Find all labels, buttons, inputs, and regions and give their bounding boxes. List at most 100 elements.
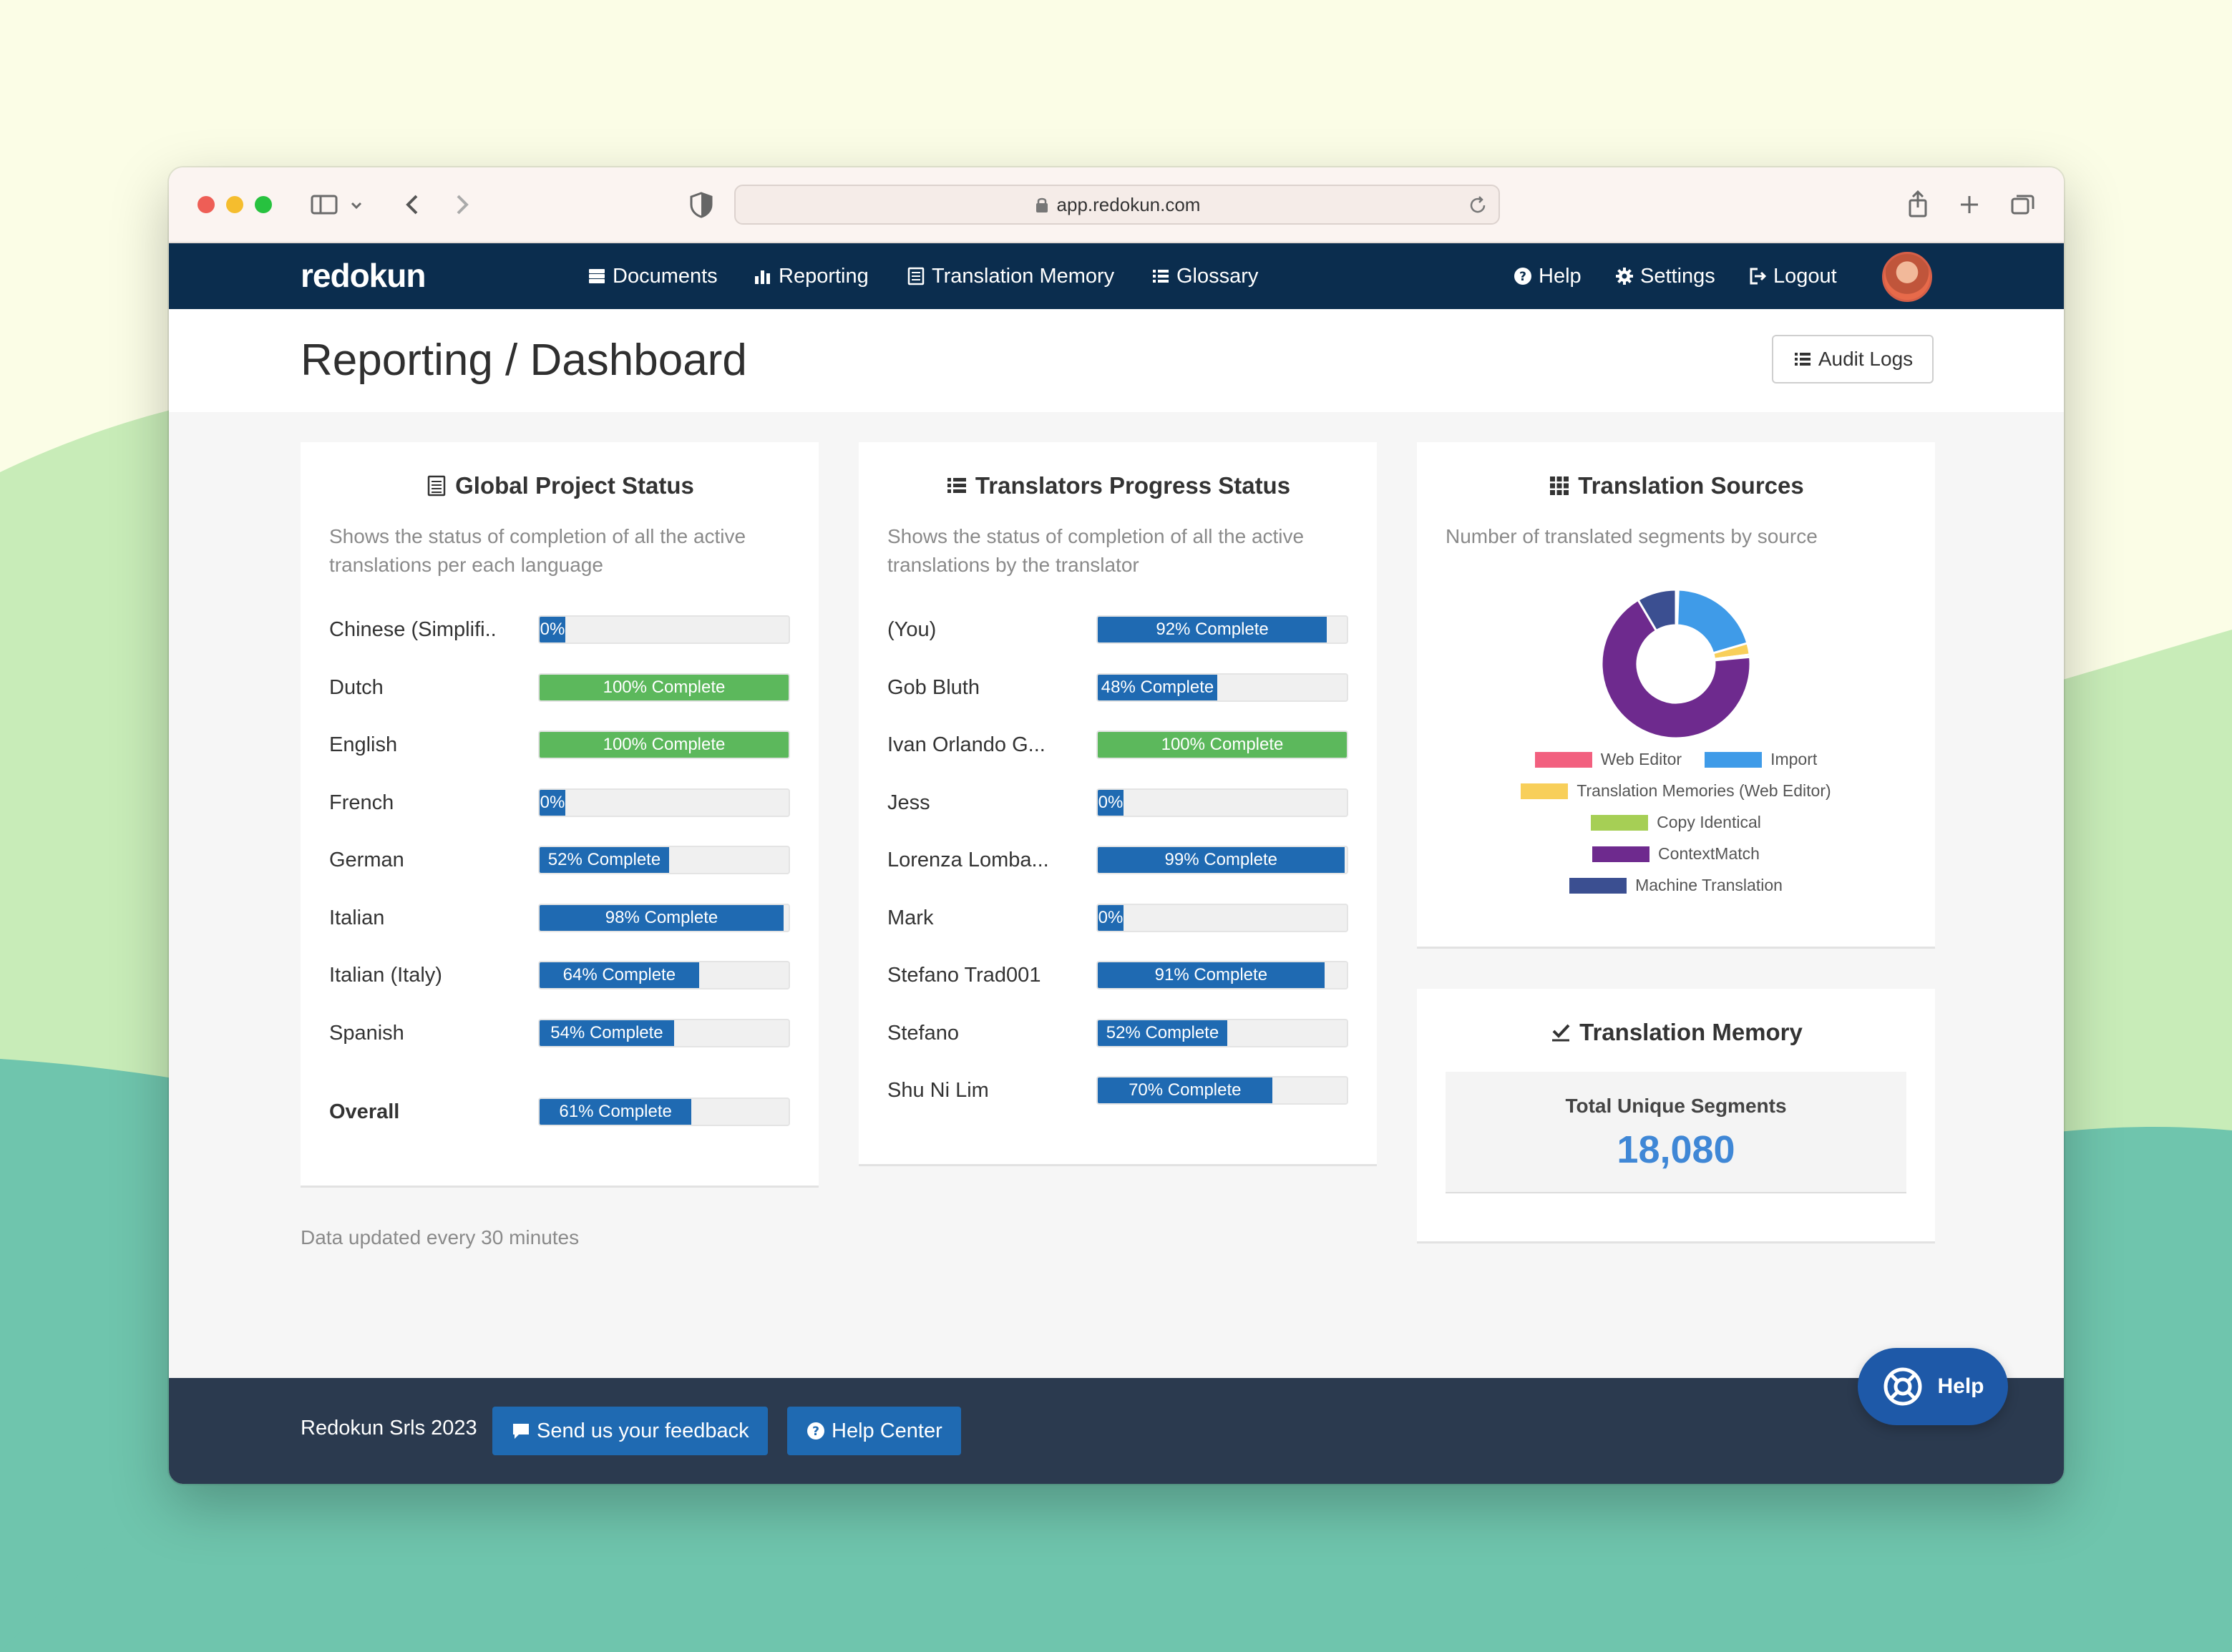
list-icon [1794,353,1811,366]
progress-row-dutch: Dutch 100% Complete [329,673,790,702]
global-project-status-title: Global Project Status [301,472,819,499]
translators-progress-status-title-text: Translators Progress Status [975,472,1291,499]
progress-bar-fill: 0% [540,789,565,816]
url-text: app.redokun.com [1056,193,1201,215]
progress-row-french: French 0% [329,788,790,817]
zoom-window-button[interactable] [255,196,272,213]
progress-bar: 70% Complete [1096,1076,1348,1105]
page-header: Reporting / Dashboard Audit Logs [169,309,2064,412]
progress-bar-fill: 100% Complete [540,674,789,700]
privacy-shield-icon[interactable] [684,187,718,222]
legend-copy-identical[interactable]: Copy Identical [1591,813,1761,832]
legend-label-web-editor: Web Editor [1600,750,1682,768]
audit-logs-button[interactable]: Audit Logs [1772,335,1934,383]
legend-row-2: Translation Memories (Web Editor) [1417,781,1935,801]
legend-swatch-import [1705,751,1763,768]
progress-bar-fill: 0% [1098,789,1124,816]
progress-row-shu-ni-lim: Shu Ni Lim 70% Complete [887,1076,1348,1105]
progress-row-label: Lorenza Lomba... [887,849,1049,871]
progress-row-label: Mark [887,906,934,929]
progress-row-label: Italian [329,906,385,929]
help-floating-button[interactable]: Help [1858,1348,2008,1425]
logout-icon [1750,268,1767,285]
donut-slice-import[interactable] [1676,588,1749,655]
progress-row-label: Overall [329,1100,400,1123]
comment-icon [513,1424,529,1439]
legend-label-copy-identical: Copy Identical [1657,813,1761,831]
nav-translation-memory[interactable]: Translation Memory [906,243,1114,309]
progress-bar-fill: 52% Complete [1098,1020,1227,1046]
close-window-button[interactable] [198,196,215,213]
new-tab-plus-icon[interactable] [1952,187,1987,222]
global-project-status-description: Shows the status of completion of all th… [329,525,746,576]
page-title: Reporting / Dashboard [301,336,747,385]
chevron-down-icon[interactable] [348,187,365,222]
translation-sources-donut-chart [1600,588,1752,740]
progress-bar: 91% Complete [1096,961,1348,989]
legend-swatch-context-match [1592,846,1650,862]
progress-bar: 100% Complete [538,673,790,702]
translators-progress-status-card: Translators Progress Status Shows the st… [859,442,1377,1166]
translation-sources-description: Number of translated segments by source [1446,525,1818,547]
grid-icon [1550,476,1569,495]
minimize-window-button[interactable] [226,196,243,213]
progress-row-lorenza-lomba: Lorenza Lomba... 99% Complete [887,846,1348,874]
legend-web-editor[interactable]: Web Editor [1534,750,1682,769]
share-icon[interactable] [1901,187,1935,222]
progress-row-label: Ivan Orlando G... [887,733,1046,756]
progress-bar-fill: 0% [540,617,565,642]
progress-bar: 0% [1096,788,1348,817]
progress-bar: 92% Complete [1096,615,1348,644]
nav-logout[interactable]: Logout [1748,243,1837,309]
help-center-label: Help Center [832,1419,942,1442]
progress-row-label: Dutch [329,675,384,699]
legend-machine-translation[interactable]: Machine Translation [1569,876,1783,895]
question-circle-icon: ? [807,1422,824,1440]
legend-import[interactable]: Import [1705,750,1817,769]
tab-overview-icon[interactable] [2005,187,2039,222]
forward-arrow-icon[interactable] [445,187,479,222]
progress-row-overall: Overall 61% Complete [329,1098,790,1126]
send-feedback-button[interactable]: Send us your feedback [492,1407,768,1455]
nav-reporting[interactable]: Reporting [753,243,869,309]
back-arrow-icon[interactable] [395,187,429,222]
audit-logs-label: Audit Logs [1818,348,1914,370]
nav-settings[interactable]: Settings [1614,243,1715,309]
progress-row-english: English 100% Complete [329,730,790,759]
nav-help[interactable]: ? Help [1513,243,1582,309]
data-updated-note: Data updated every 30 minutes [301,1226,580,1248]
document-list-icon [427,475,446,497]
user-avatar[interactable] [1882,252,1932,302]
progress-row-label: English [329,733,398,756]
sidebar-toggle-icon[interactable] [308,187,342,222]
progress-row-label: Shu Ni Lim [887,1079,989,1102]
progress-bar-fill: 99% Complete [1098,847,1345,873]
progress-row-label: Jess [887,791,930,814]
redokun-logo[interactable]: redokun [301,256,426,295]
progress-row-you: (You) 92% Complete [887,615,1348,644]
progress-bar-fill: 92% Complete [1098,617,1327,642]
legend-tm-web-editor[interactable]: Translation Memories (Web Editor) [1521,781,1831,801]
nav-settings-label: Settings [1640,264,1715,288]
legend-label-import: Import [1770,750,1818,768]
legend-context-match[interactable]: ContextMatch [1592,844,1760,864]
browser-toolbar: app.redokun.com [169,167,2064,243]
legend-row-3: Copy Identical [1417,813,1935,832]
check-tray-icon [1552,1024,1570,1042]
nav-documents[interactable]: Documents [587,243,718,309]
nav-glossary[interactable]: Glossary [1151,243,1258,309]
lifebuoy-icon [1883,1367,1922,1406]
legend-row-4: ContextMatch [1417,844,1935,864]
nav-logout-label: Logout [1773,264,1837,288]
progress-bar: 54% Complete [538,1018,790,1047]
address-bar[interactable]: app.redokun.com [734,185,1500,225]
help-center-button[interactable]: ? Help Center [787,1407,961,1455]
reload-icon[interactable] [1467,195,1488,216]
nav-reporting-label: Reporting [779,264,869,288]
translation-memory-title: Translation Memory [1417,1019,1935,1046]
global-project-status-title-text: Global Project Status [455,472,694,499]
legend-row-5: Machine Translation [1417,876,1935,895]
progress-bar-fill: 61% Complete [540,1099,692,1125]
nav-glossary-label: Glossary [1176,264,1259,288]
progress-bar: 0% [538,615,790,644]
